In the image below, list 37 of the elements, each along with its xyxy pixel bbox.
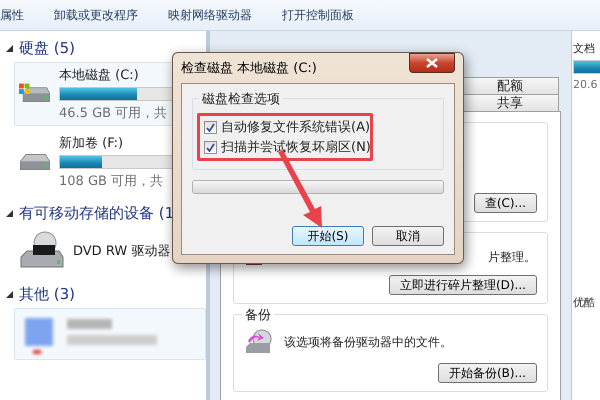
toolbar-item[interactable]: 属性 (0, 6, 24, 24)
start-button[interactable]: 开始(S) (292, 226, 364, 246)
drive-name: 优酷 (573, 295, 596, 310)
option-label: 自动修复文件系统错误(A) (221, 119, 370, 136)
cancel-button[interactable]: 取消 (372, 226, 444, 246)
backup-description: 该选项将备份驱动器中的文件。 (284, 334, 452, 350)
group-title: 备份 (242, 306, 274, 324)
close-icon (426, 58, 438, 68)
group-heading: 有可移动存储的设备 (1 (19, 204, 174, 223)
free-space-text: 46.5 GB 可用，共 (59, 105, 168, 122)
collapse-triangle-icon[interactable] (6, 45, 13, 52)
tab[interactable]: 共享 (461, 94, 559, 111)
drive-name: 新加卷 (F:) (59, 135, 124, 152)
checkbox[interactable] (204, 120, 217, 134)
drive-item[interactable]: DVD RW 驱动器 (14, 227, 206, 275)
defragment-now-button[interactable]: 立即进行碎片整理(D)... (388, 275, 537, 295)
free-space-text: 20.6 (573, 78, 598, 91)
backup-now-button[interactable]: 开始备份(B)... (438, 363, 537, 383)
collapse-triangle-icon[interactable] (6, 291, 13, 298)
tab[interactable]: 配额 (461, 77, 559, 94)
free-space-text: 108 GB 可用，共 (59, 173, 164, 190)
group-title: 磁盘检查选项 (199, 90, 283, 108)
drive-name: DVD RW 驱动器 (73, 243, 170, 260)
collapse-triangle-icon[interactable] (6, 210, 13, 217)
group-heading: 其他 (3) (19, 285, 76, 304)
option-label: 扫描并尝试恢复坏扇区(N) (221, 139, 371, 156)
defrag-description: 片整理。 (488, 248, 536, 266)
checkbox[interactable] (204, 140, 217, 154)
toolbar-item[interactable]: 映射网络驱动器 (168, 6, 252, 24)
drive-name: 文档 (573, 41, 596, 56)
toolbar-item[interactable]: 打开控制面板 (282, 6, 354, 24)
close-button[interactable] (409, 53, 455, 73)
check-now-button[interactable]: 查(C)... (474, 193, 537, 213)
group-heading: 硬盘 (5) (19, 39, 76, 58)
backup-drive-icon (244, 329, 272, 355)
drive-name: 本地磁盘 (C:) (59, 67, 139, 84)
toolbar-item[interactable]: 卸载或更改程序 (54, 6, 138, 24)
